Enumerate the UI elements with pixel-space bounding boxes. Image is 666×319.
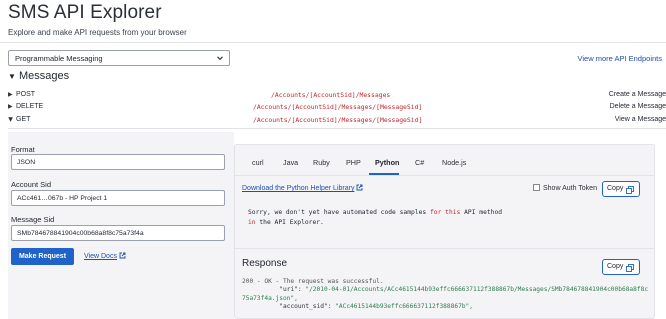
panel-divider [8,128,666,129]
show-auth-token-checkbox[interactable] [533,184,540,191]
json-value: "/2010-04-01/Accounts/ACc4615144b93effc6… [305,286,649,294]
endpoint-path: /Accounts/[AccountSid]/Messages/[Message… [253,103,423,111]
product-select-value: Programmable Messaging [15,54,103,63]
response-body: 200 - OK - The request was successful. "… [242,278,648,311]
code-keyword: in [248,219,256,226]
tabs-divider [235,175,654,176]
copy-response-label: Copy [607,263,624,270]
tab-csharp[interactable]: C# [415,158,424,167]
endpoint-description: Create a Message [608,91,666,98]
tab-ruby[interactable]: Ruby [313,158,330,167]
chevron-right-icon: ▶ [8,104,13,110]
tab-curl[interactable]: curl [252,158,264,167]
response-status-line: 200 - OK - The request was successful. [242,278,384,285]
copy-code-label: Copy [607,185,624,192]
product-select[interactable]: Programmable Messaging [8,50,230,66]
copy-code-button[interactable]: Copy [602,181,640,197]
endpoint-path: /Accounts/[AccountSid]/Messages/[Message… [253,116,423,124]
endpoint-row-post[interactable]: ▶ POST /Accounts/[AccountSid]/Messages C… [8,90,666,102]
endpoint-description: Delete a Message [609,103,666,110]
copy-icon [626,186,634,194]
json-value: 75a73f4a.json", [242,294,298,302]
show-auth-token-toggle[interactable]: Show Auth Token [533,184,597,192]
download-helper-library-link[interactable]: Download the Python Helper Library [242,184,363,192]
messages-section-title: Messages [19,70,70,82]
page-title: SMS API Explorer [8,2,162,23]
endpoint-method: DELETE [16,103,44,110]
header-divider [0,42,666,43]
copy-response-button[interactable]: Copy [602,259,640,275]
code-sample-message: Sorry, we don't yet have automated code … [248,208,502,228]
endpoint-path: /Accounts/[AccountSid]/Messages [271,91,391,99]
endpoint-method: POST [16,91,36,98]
external-link-icon [119,252,126,259]
response-title: Response [242,258,288,269]
chevron-down-icon: ▼ [8,72,16,81]
account-sid-label: Account Sid [11,180,52,189]
make-request-button[interactable]: Make Request [11,248,74,265]
json-value: "ACc4615144b93effc666637112f388867b", [335,302,473,310]
copy-icon [626,264,634,272]
response-divider [235,248,654,249]
language-tabs: curl Java Ruby PHP Python C# Node.js [235,145,654,175]
show-auth-token-label: Show Auth Token [543,185,597,192]
tab-python[interactable]: Python [375,158,399,167]
account-sid-field[interactable]: ACc461…067b - HP Project 1 [11,190,225,206]
json-key: "uri": [279,286,306,294]
endpoint-row-get[interactable]: ▶ GET /Accounts/[AccountSid]/Messages/[M… [6,115,666,127]
endpoint-row-delete[interactable]: ▶ DELETE /Accounts/[AccountSid]/Messages… [8,102,666,114]
tab-nodejs[interactable]: Node.js [442,158,466,167]
download-helper-library-label: Download the Python Helper Library [242,185,355,192]
json-key: "account_sid": [279,302,336,310]
message-sid-label: Message Sid [11,215,55,224]
code-text: API method [460,209,503,216]
view-docs-link[interactable]: View Docs [84,252,126,260]
code-keyword: this [445,209,461,216]
chevron-right-icon: ▶ [8,92,13,98]
chevron-down-icon: ▶ [6,117,13,122]
code-text: Sorry, we don't yet have automated code … [248,209,430,216]
view-docs-label: View Docs [84,253,117,260]
format-label: Format [11,145,35,154]
view-more-endpoints-link[interactable]: View more API Endpoints [578,54,663,63]
endpoint-description: View a Message [614,116,666,123]
code-text: the API Explorer. [255,219,324,226]
chevron-down-icon [217,56,223,61]
tab-java[interactable]: Java [283,158,298,167]
external-link-icon [357,184,363,191]
message-sid-field[interactable]: SMb784678841904c00b68a8f8c75a73f4a [11,225,225,241]
code-keyword: for [429,209,442,216]
endpoint-method: GET [16,116,31,123]
page-subtitle: Explore and make API requests from your … [8,28,187,37]
tab-php[interactable]: PHP [346,158,361,167]
format-field[interactable]: JSON [11,154,225,170]
messages-section-toggle[interactable]: ▼ Messages [8,70,69,82]
